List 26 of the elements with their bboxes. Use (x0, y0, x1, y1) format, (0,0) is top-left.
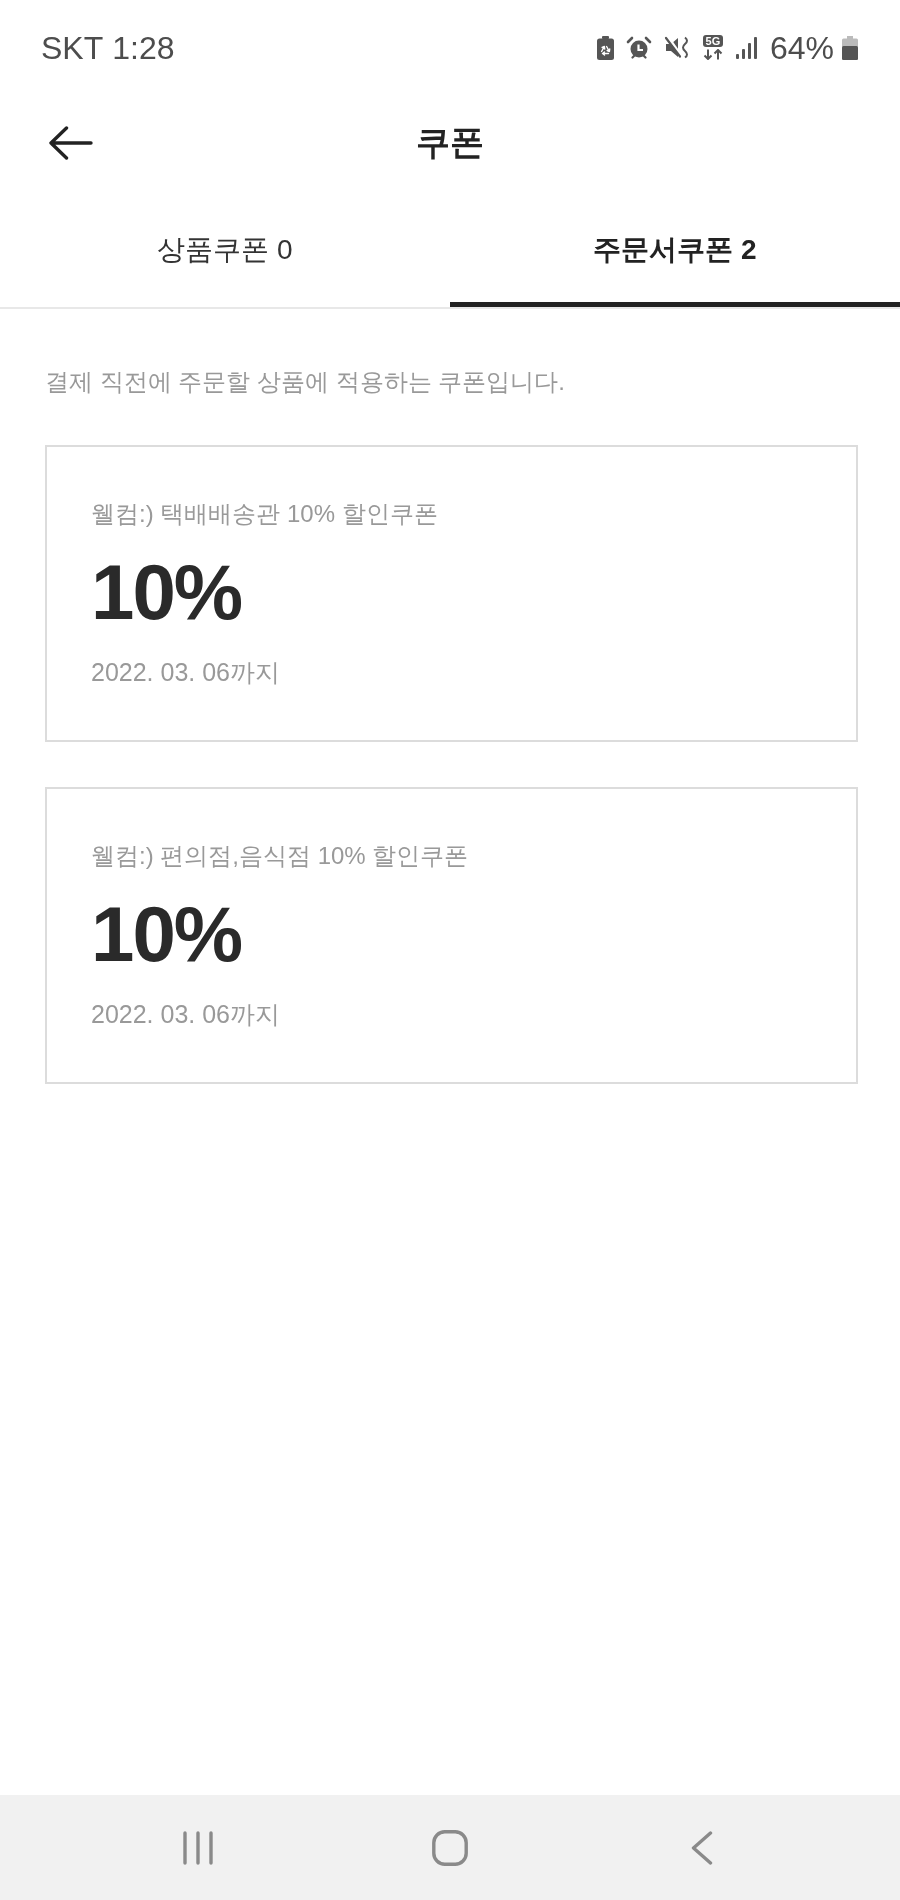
discount-value: 10% (91, 552, 242, 632)
expiry-date: 2022. 03. 06까지 (91, 999, 280, 1030)
home-icon[interactable] (432, 1829, 468, 1866)
signal-icon (735, 36, 758, 59)
coupon-card[interactable]: 웰컴:) 택배배송관 10% 할인쿠폰 10% 2022. 03. 06까지 (45, 445, 858, 742)
network-type-indicator: 5G (702, 35, 724, 47)
description-text: 결제 직전에 주문할 상품에 적용하는 쿠폰입니다. (45, 367, 566, 397)
muted-speaker-icon (663, 36, 690, 59)
discount-value: 10% (91, 894, 242, 974)
coupon-card[interactable]: 웰컴:) 편의점,음식점 10% 할인쿠폰 10% 2022. 03. 06까지 (45, 787, 858, 1084)
carrier-label: SKT (41, 31, 104, 64)
battery-percent: 64% (769, 31, 834, 64)
coupon-name: 웰컴:) 택배배송관 10% 할인쿠폰 (91, 499, 438, 529)
alarm-clock-icon (625, 36, 652, 59)
expiry-date: 2022. 03. 06까지 (91, 657, 280, 688)
back-arrow-icon[interactable] (49, 125, 93, 160)
recent-apps-icon[interactable] (182, 1830, 214, 1865)
tab[interactable]: 상품쿠폰 0 (0, 190, 450, 307)
clock-time: 1:28 (112, 31, 175, 64)
battery-icon (842, 35, 858, 60)
coupon-name: 웰컴:) 편의점,음식점 10% 할인쿠폰 (91, 841, 469, 871)
recycle-battery-icon (596, 35, 614, 60)
tab[interactable]: 주문서쿠폰 2 (450, 190, 900, 307)
page-title: 쿠폰 (416, 122, 484, 163)
back-chevron-icon[interactable] (691, 1830, 713, 1865)
up-down-arrows-icon (701, 49, 724, 60)
